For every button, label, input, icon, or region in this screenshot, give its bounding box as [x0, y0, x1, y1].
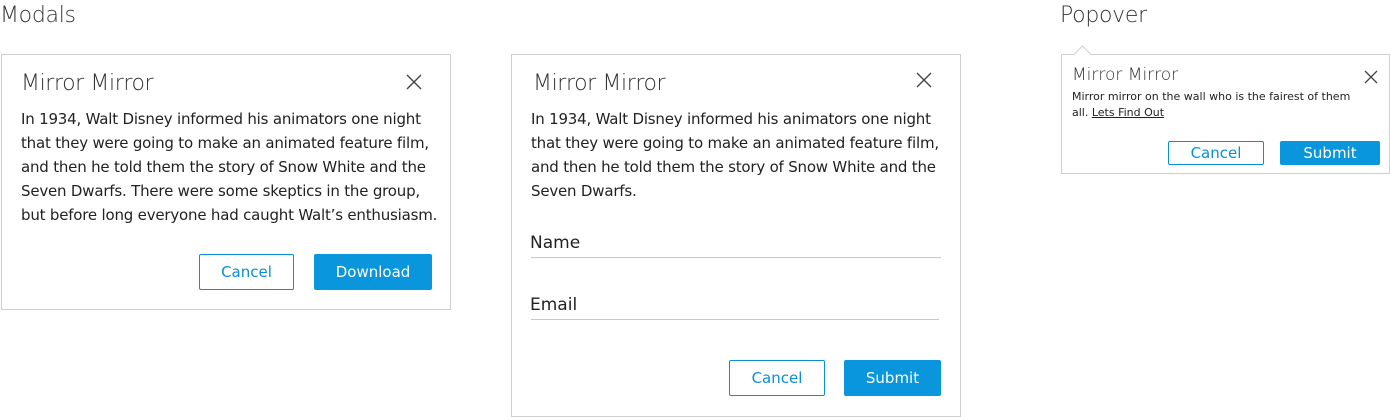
download-button[interactable]: Download	[314, 254, 432, 290]
modal-body: In 1934, Walt Disney informed his animat…	[21, 110, 438, 224]
section-title-popover: Popover	[1060, 3, 1147, 28]
lets-find-out-link[interactable]: Lets Find Out	[1092, 106, 1164, 119]
cancel-button[interactable]: Cancel	[199, 254, 294, 290]
popover: Mirror Mirror Mirror mirror on the wall …	[1061, 45, 1390, 174]
modal-form: Mirror Mirror In 1934, Walt Disney infor…	[511, 54, 961, 417]
submit-button[interactable]: Submit	[844, 360, 941, 396]
submit-button[interactable]: Submit	[1280, 141, 1380, 165]
modal-title: Mirror Mirror	[533, 71, 666, 96]
modal-title: Mirror Mirror	[21, 71, 154, 96]
close-icon[interactable]	[915, 71, 933, 89]
name-label: Name	[530, 233, 581, 253]
close-icon[interactable]	[405, 73, 423, 91]
cancel-button[interactable]: Cancel	[729, 360, 825, 396]
popover-title: Mirror Mirror	[1072, 65, 1179, 85]
section-title-modals: Modals	[0, 3, 76, 28]
modal-body: In 1934, Walt Disney informed his animat…	[531, 110, 939, 200]
cancel-button[interactable]: Cancel	[1168, 141, 1264, 165]
modal-download: Mirror Mirror In 1934, Walt Disney infor…	[1, 54, 451, 310]
close-icon[interactable]	[1363, 69, 1379, 85]
email-label: Email	[530, 295, 578, 315]
popover-body: Mirror mirror on the wall who is the fai…	[1072, 89, 1352, 121]
popover-arrow	[1073, 45, 1092, 64]
name-input[interactable]	[531, 257, 941, 258]
email-input[interactable]	[531, 319, 939, 320]
